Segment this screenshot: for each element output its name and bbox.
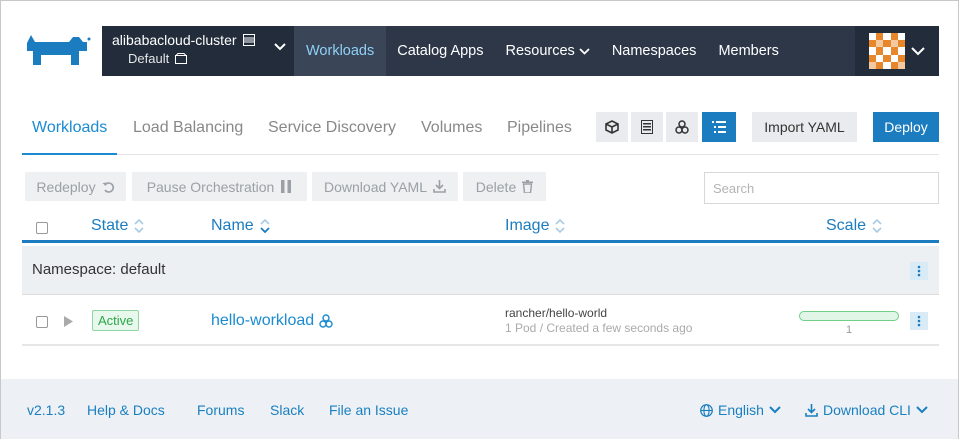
- tab-volumes[interactable]: Volumes: [421, 109, 482, 155]
- scale-count: 1: [846, 324, 853, 336]
- nav-workloads[interactable]: Workloads: [294, 26, 387, 76]
- column-label: State: [91, 217, 129, 234]
- view-by-workload-button[interactable]: [596, 112, 628, 142]
- globe-icon: [700, 403, 713, 417]
- namespace-name: Default: [128, 51, 170, 66]
- cluster-name: alibabacloud-cluster: [112, 32, 237, 48]
- slack-link[interactable]: Slack: [270, 402, 304, 418]
- nav-label: Workloads: [306, 43, 375, 59]
- expand-caret-icon[interactable]: [64, 316, 73, 327]
- nav-catalog-apps[interactable]: Catalog Apps: [386, 26, 494, 76]
- cube-icon: [605, 120, 619, 134]
- namespace-actions-button[interactable]: [910, 262, 928, 280]
- status-badge: Active: [92, 310, 140, 331]
- redeploy-button[interactable]: Redeploy: [25, 172, 126, 201]
- pause-label: Pause Orchestration: [146, 178, 275, 195]
- row-checkbox[interactable]: [36, 316, 48, 328]
- nav-resources[interactable]: Resources: [495, 26, 601, 76]
- download-cli-dropdown[interactable]: Download CLI: [805, 402, 928, 418]
- view-flat-list-button[interactable]: [702, 112, 736, 142]
- column-name[interactable]: Name: [211, 217, 270, 235]
- download-cli-label: Download CLI: [823, 402, 911, 418]
- search-input[interactable]: [704, 172, 939, 204]
- project-icon: [175, 53, 188, 64]
- trash-icon: [522, 180, 534, 193]
- help-docs-link[interactable]: Help & Docs: [87, 402, 165, 418]
- tab-load-balancing[interactable]: Load Balancing: [133, 109, 243, 155]
- row-actions-button[interactable]: [910, 312, 928, 330]
- nav-label: Namespaces: [611, 43, 697, 59]
- image-name: rancher/hello-world: [505, 306, 608, 320]
- download-label: Download YAML: [324, 178, 427, 195]
- language-dropdown[interactable]: English: [700, 402, 781, 418]
- undo-icon: [102, 181, 114, 193]
- download-icon: [805, 403, 818, 417]
- pause-icon: [281, 180, 292, 193]
- rancher-logo[interactable]: [21, 29, 93, 69]
- chevron-down-icon: [769, 406, 781, 414]
- namespace-label: Namespace: default: [32, 261, 166, 278]
- chevron-down-icon: [911, 46, 925, 55]
- cluster-switcher[interactable]: alibabacloud-cluster Default: [102, 26, 294, 76]
- nodes-icon: [675, 120, 689, 134]
- sort-down-icon: [260, 219, 270, 233]
- sort-icon: [872, 219, 882, 233]
- chevron-down-icon: [916, 406, 928, 414]
- nav-label: Catalog Apps: [397, 43, 484, 59]
- tab-pipelines[interactable]: Pipelines: [507, 109, 572, 155]
- download-yaml-button[interactable]: Download YAML: [312, 172, 458, 201]
- deploy-button[interactable]: Deploy: [873, 112, 939, 142]
- redeploy-label: Redeploy: [36, 178, 96, 195]
- table-row: Active hello-workload rancher/hello-worl…: [22, 296, 939, 346]
- file-issue-link[interactable]: File an Issue: [329, 402, 408, 418]
- delete-button[interactable]: Delete: [463, 172, 546, 201]
- pause-orchestration-button[interactable]: Pause Orchestration: [132, 172, 307, 201]
- version-link[interactable]: v2.1.3: [27, 402, 65, 418]
- nav-members[interactable]: Members: [707, 26, 789, 76]
- scale-bar: [799, 311, 899, 321]
- import-yaml-button[interactable]: Import YAML: [752, 112, 857, 142]
- footer: v2.1.3 Help & Docs Forums Slack File an …: [1, 379, 958, 439]
- language-label: English: [718, 402, 764, 418]
- column-label: Name: [211, 217, 254, 234]
- column-state[interactable]: State: [91, 217, 144, 235]
- chevron-down-icon: [579, 47, 590, 55]
- namespace-group-row: Namespace: default: [22, 246, 939, 295]
- view-by-node-button[interactable]: [631, 112, 663, 142]
- cluster-icon: [242, 34, 255, 46]
- column-label: Scale: [826, 217, 867, 234]
- nav-namespaces[interactable]: Namespaces: [601, 26, 708, 76]
- view-by-service-button[interactable]: [666, 112, 698, 142]
- tab-workloads[interactable]: Workloads: [22, 109, 117, 155]
- nodes-icon: [319, 314, 333, 328]
- chevron-down-icon: [274, 43, 286, 51]
- forums-link[interactable]: Forums: [197, 402, 244, 418]
- top-nav-bar: alibabacloud-cluster Default Workloads C…: [102, 26, 939, 76]
- sort-icon: [134, 219, 144, 233]
- tab-service-discovery[interactable]: Service Discovery: [268, 109, 396, 155]
- table-header: State Name Image Scale: [22, 211, 939, 243]
- image-meta: 1 Pod / Created a few seconds ago: [505, 321, 693, 335]
- main-nav: Workloads Catalog Apps Resources Namespa…: [294, 26, 790, 76]
- avatar: [869, 33, 905, 69]
- select-all-checkbox[interactable]: [36, 222, 48, 234]
- kebab-icon: [917, 315, 921, 327]
- nav-label: Members: [718, 43, 779, 59]
- workload-name: hello-workload: [211, 312, 315, 329]
- download-icon: [433, 180, 446, 193]
- tree-list-icon: [712, 121, 726, 133]
- delete-label: Delete: [475, 178, 517, 195]
- workload-name-link[interactable]: hello-workload: [211, 312, 333, 330]
- kebab-icon: [917, 265, 921, 277]
- column-image[interactable]: Image: [505, 217, 566, 235]
- sort-icon: [555, 219, 566, 233]
- user-menu[interactable]: [855, 26, 939, 76]
- list-icon: [641, 120, 653, 134]
- column-label: Image: [505, 217, 550, 234]
- nav-label: Resources: [505, 43, 575, 59]
- column-scale[interactable]: Scale: [826, 217, 882, 235]
